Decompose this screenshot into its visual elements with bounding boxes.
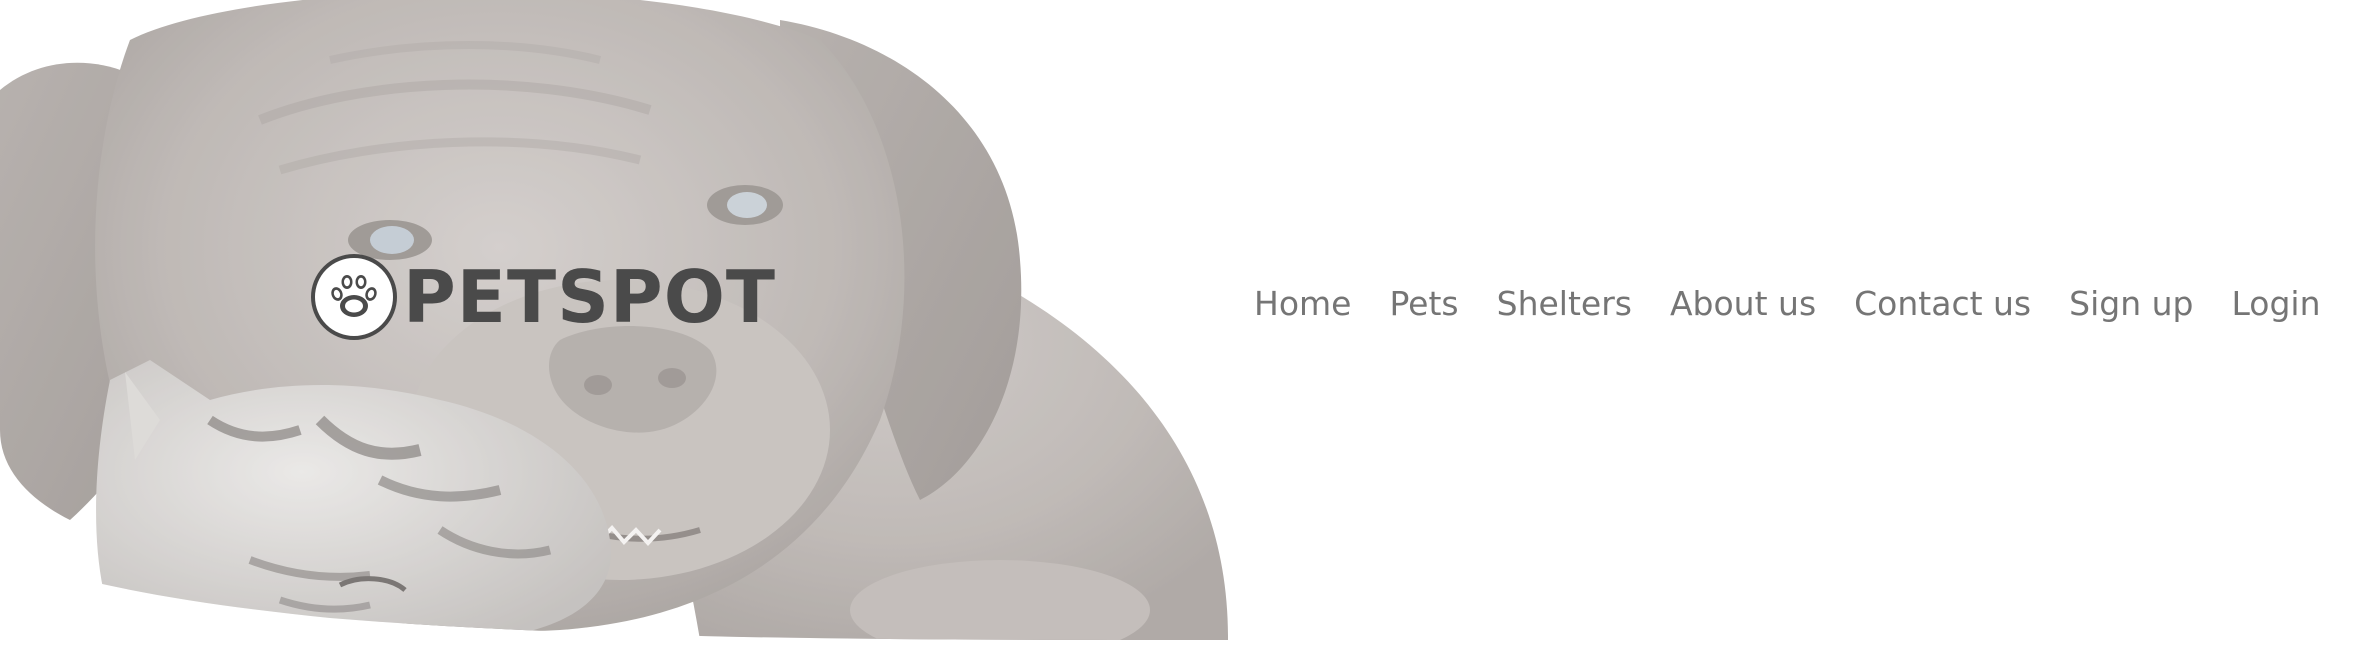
nav-login[interactable]: Login: [2231, 278, 2320, 330]
paw-icon: [311, 254, 397, 340]
site-header: PETSPOT Home Pets Shelters About us Cont…: [0, 0, 2359, 661]
nav-pets[interactable]: Pets: [1389, 278, 1458, 330]
main-nav: Home Pets Shelters About us Contact us S…: [1254, 278, 2321, 330]
nav-sign-up[interactable]: Sign up: [2069, 278, 2193, 330]
brand-logo[interactable]: PETSPOT: [311, 253, 776, 341]
nav-shelters[interactable]: Shelters: [1497, 278, 1632, 330]
nav-contact-us[interactable]: Contact us: [1854, 278, 2031, 330]
brand-name: PETSPOT: [403, 255, 777, 339]
nav-home[interactable]: Home: [1254, 278, 1351, 330]
nav-about-us[interactable]: About us: [1670, 278, 1816, 330]
